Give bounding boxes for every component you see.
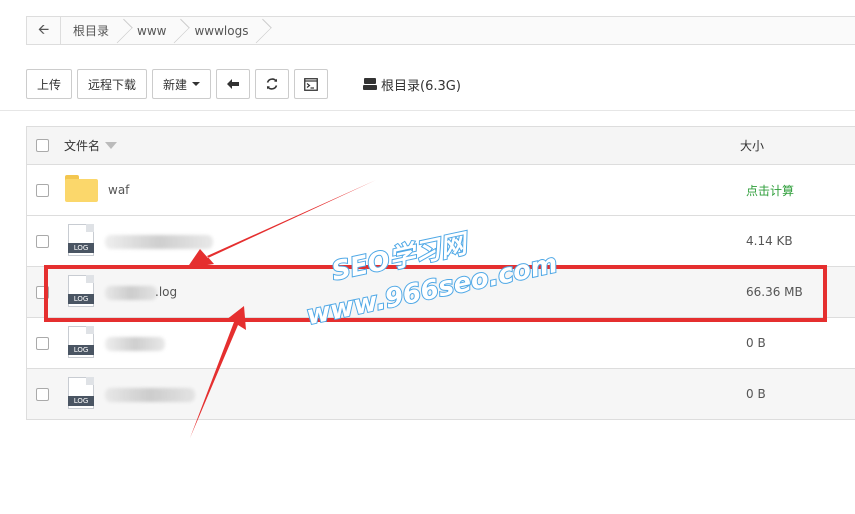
new-button-label: 新建 xyxy=(163,77,188,92)
caret-down-icon xyxy=(192,82,201,86)
row-checkbox[interactable] xyxy=(36,336,49,350)
sort-down-icon xyxy=(105,142,118,149)
column-header-size[interactable]: 大小 xyxy=(740,137,764,154)
column-header-name[interactable]: 文件名 xyxy=(64,137,118,154)
log-file-icon: LOG xyxy=(68,326,96,358)
go-back-button[interactable] xyxy=(216,69,251,99)
file-name[interactable]: waf xyxy=(108,183,129,197)
log-file-icon: LOG xyxy=(68,224,96,256)
row-checkbox[interactable] xyxy=(36,234,49,248)
redacted-file-name xyxy=(105,388,195,402)
disk-usage-label: 根目录(6.3G) xyxy=(381,78,461,94)
calculate-size-link[interactable]: 点击计算 xyxy=(746,182,794,199)
terminal-button[interactable] xyxy=(294,69,329,99)
log-file-icon: LOG xyxy=(68,377,96,409)
breadcrumb-back-button[interactable]: 🡨 xyxy=(27,17,61,44)
highlight-box xyxy=(44,265,827,322)
table-row[interactable]: waf 点击计算 xyxy=(27,165,855,216)
breadcrumb-item-wwwlogs[interactable]: wwwlogs xyxy=(182,17,264,44)
breadcrumb-item-root[interactable]: 根目录 xyxy=(61,17,125,44)
select-all-checkbox[interactable] xyxy=(36,139,49,152)
terminal-icon xyxy=(304,77,318,91)
log-file-icon-label: LOG xyxy=(68,345,94,355)
log-file-icon-label: LOG xyxy=(68,396,94,406)
table-header: 文件名 大小 xyxy=(27,127,855,165)
toolbar-divider xyxy=(0,110,855,111)
file-size: 4.14 KB xyxy=(746,234,793,248)
table-row[interactable]: LOG 0 B xyxy=(27,318,855,369)
breadcrumb: 🡨 根目录 www wwwlogs xyxy=(26,16,855,45)
log-file-icon-label: LOG xyxy=(68,243,94,253)
hdd-icon xyxy=(363,78,378,90)
folder-icon xyxy=(65,175,98,202)
redacted-file-name xyxy=(105,337,165,351)
refresh-icon xyxy=(266,78,278,90)
upload-button[interactable]: 上传 xyxy=(26,69,73,99)
remote-download-button[interactable]: 远程下载 xyxy=(77,69,148,99)
disk-usage: 根目录(6.3G) xyxy=(363,75,461,94)
breadcrumb-item-www[interactable]: www xyxy=(125,17,182,44)
arrow-left-icon: 🡨 xyxy=(37,21,50,38)
table-row[interactable]: LOG 0 B xyxy=(27,369,855,420)
column-name-label: 文件名 xyxy=(64,139,101,153)
file-size: 0 B xyxy=(746,387,766,401)
row-checkbox[interactable] xyxy=(36,387,49,401)
refresh-button[interactable] xyxy=(255,69,290,99)
arrow-left-icon xyxy=(227,79,240,89)
toolbar: 上传 远程下载 新建 根目录(6.3G) xyxy=(26,69,461,99)
row-checkbox[interactable] xyxy=(36,183,49,197)
redacted-file-name xyxy=(105,235,213,249)
new-dropdown-button[interactable]: 新建 xyxy=(152,69,212,99)
file-size: 0 B xyxy=(746,336,766,350)
table-row[interactable]: LOG 4.14 KB xyxy=(27,216,855,267)
